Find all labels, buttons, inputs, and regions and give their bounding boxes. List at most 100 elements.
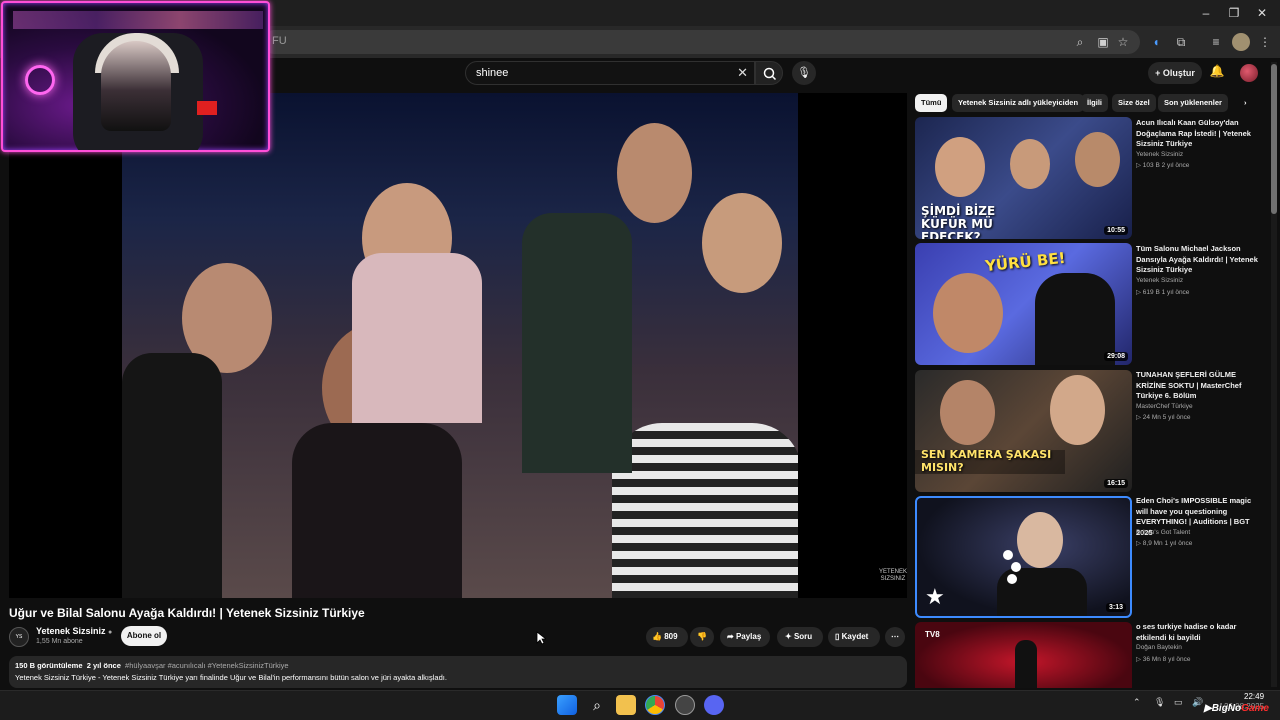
windows-start-icon[interactable] bbox=[557, 695, 577, 715]
rec-title[interactable]: Tüm Salonu Michael Jackson Dansıyla Ayağ… bbox=[1136, 244, 1264, 276]
rec-thumbnail[interactable]: ŞİMDİ BİZE KÜFÜR MÜ EDECEK? 10:55 bbox=[915, 117, 1132, 239]
zoom-icon[interactable]: ⌕ bbox=[1071, 33, 1089, 51]
red-object bbox=[197, 101, 217, 115]
save-button[interactable]: ▯ Kaydet bbox=[828, 627, 880, 647]
network-icon[interactable]: ▭ bbox=[1174, 697, 1183, 708]
rec-meta: ▷ 619 B 1 yıl önce bbox=[1136, 289, 1190, 296]
save-label: Kaydet bbox=[841, 632, 869, 641]
bgt-star-icon: ★ bbox=[925, 584, 945, 609]
more-icon: ⋯ bbox=[891, 632, 899, 641]
create-button[interactable]: + Oluştur bbox=[1148, 62, 1202, 84]
share-button[interactable]: ➦ Paylaş bbox=[720, 627, 770, 647]
thumbs-up-icon: 👍 bbox=[652, 632, 662, 641]
rec-duration: 10:55 bbox=[1104, 226, 1128, 235]
rec-meta: ▷ 24 Mn 5 yıl önce bbox=[1136, 414, 1191, 421]
tv8-logo: TV8 bbox=[925, 630, 940, 639]
rec-channel[interactable]: Yetenek Sizsiniz bbox=[1136, 277, 1183, 284]
chip-for-you[interactable]: Size özel bbox=[1112, 94, 1156, 112]
rec-channel[interactable]: Britain's Got Talent bbox=[1136, 529, 1190, 536]
sparkle-icon: ✦ bbox=[785, 632, 792, 641]
rec-channel[interactable]: Doğan Baytekin bbox=[1136, 644, 1182, 651]
thumb-face bbox=[933, 273, 1003, 353]
extension-audio-icon[interactable]: ◖ bbox=[1147, 33, 1165, 51]
mic-tray-icon[interactable]: 🎙 bbox=[1154, 697, 1165, 708]
rec-duration: 29:08 bbox=[1104, 352, 1128, 361]
profile-avatar[interactable] bbox=[1232, 33, 1250, 51]
upload-age: 2 yıl önce bbox=[86, 661, 121, 670]
ask-label: Soru bbox=[793, 632, 813, 641]
rec-meta: ▷ 103 B 2 yıl önce bbox=[1136, 162, 1190, 169]
address-bar[interactable]: FU bbox=[262, 30, 1140, 54]
ask-button[interactable]: ✦ Soru bbox=[777, 627, 823, 647]
hashtags[interactable]: #hülyaavşar #acunılıcalı #YetenekSizsini… bbox=[125, 661, 289, 670]
create-label: Oluştur bbox=[1162, 68, 1195, 78]
chip-recent[interactable]: Son yüklenenler bbox=[1158, 94, 1228, 112]
account-avatar[interactable] bbox=[1240, 64, 1258, 82]
obs-icon[interactable] bbox=[675, 695, 695, 715]
bookmark-star-icon[interactable]: ☆ bbox=[1114, 33, 1132, 51]
audience-figure bbox=[522, 213, 632, 473]
channel-name-text: Yetenek Sizsiniz bbox=[36, 626, 106, 636]
chrome-icon[interactable] bbox=[645, 695, 665, 715]
chip-all[interactable]: Tümü bbox=[915, 94, 948, 112]
rec-title[interactable]: TUNAHAN ŞEFLERİ GÜLME KRİZİNE SOKTU | Ma… bbox=[1136, 370, 1264, 402]
subscriber-count: 1,55 Mn abone bbox=[36, 638, 83, 645]
rec-title[interactable]: Acun Ilıcalı Kaan Gülsoy'dan Doğaçlama R… bbox=[1136, 118, 1264, 150]
video-title: Uğur ve Bilal Salonu Ayağa Kaldırdı! | Y… bbox=[9, 606, 365, 620]
restore-icon[interactable]: ❐ bbox=[1226, 5, 1242, 21]
description-meta: 150 B görüntüleme 2 yıl önce #hülyaavşar… bbox=[15, 661, 289, 670]
thumb-face bbox=[1017, 512, 1063, 568]
browser-menu-icon[interactable]: ⋮ bbox=[1256, 33, 1274, 51]
audience-figure bbox=[702, 193, 782, 293]
thumb-ball bbox=[1011, 562, 1021, 572]
clear-search-icon[interactable]: ✕ bbox=[737, 65, 748, 81]
video-frame[interactable] bbox=[122, 93, 798, 598]
chips-next-chevron-icon[interactable]: › bbox=[1238, 94, 1253, 112]
rec-title[interactable]: o ses turkiye hadise o kadar etkilendi k… bbox=[1136, 622, 1264, 643]
channel-avatar[interactable]: YS bbox=[9, 627, 29, 647]
subscribe-button[interactable]: Abone ol bbox=[121, 626, 167, 646]
notifications-bell-icon[interactable]: 🔔 bbox=[1208, 64, 1226, 82]
tray-expand-icon[interactable]: ⌃ bbox=[1133, 697, 1141, 708]
discord-icon[interactable] bbox=[704, 695, 724, 715]
search-button[interactable] bbox=[755, 61, 783, 85]
bignogame-logo: ▶BigNoGame bbox=[1204, 703, 1269, 714]
taskbar-search-icon[interactable]: ⌕ bbox=[587, 695, 607, 715]
share-label: Paylaş bbox=[735, 632, 762, 641]
audience-figure bbox=[612, 423, 798, 598]
channel-name[interactable]: Yetenek Sizsiniz ● bbox=[36, 626, 112, 636]
rec-thumb-text: SEN KAMERA ŞAKASI MISIN? bbox=[921, 448, 1052, 474]
logo-text-b: Game bbox=[1241, 703, 1269, 714]
volume-icon[interactable]: 🔊 bbox=[1192, 697, 1203, 708]
verified-icon: ● bbox=[108, 629, 113, 636]
scrollbar-thumb[interactable] bbox=[1271, 64, 1277, 214]
chip-related[interactable]: İlgili bbox=[1081, 94, 1108, 112]
chip-from-uploader[interactable]: Yetenek Sizsiniz adlı yükleyiciden bbox=[952, 94, 1085, 112]
like-button[interactable]: 👍 809 bbox=[646, 627, 688, 647]
rec-meta: ▷ 36 Mn 8 yıl önce bbox=[1136, 656, 1191, 663]
rec-thumbnail[interactable]: ★ 3:13 bbox=[915, 496, 1132, 618]
audience-figure bbox=[122, 353, 222, 598]
rec-thumbnail[interactable]: YÜRÜ BE! 29:08 bbox=[915, 243, 1132, 365]
thumb-face bbox=[940, 380, 995, 445]
logo-text-a: BigNo bbox=[1211, 703, 1242, 714]
search-input[interactable]: shinee ✕ bbox=[465, 61, 755, 85]
description-text: Yetenek Sizsiniz Türkiye - Yetenek Sizsi… bbox=[15, 673, 447, 682]
rec-channel[interactable]: Yetenek Sizsiniz bbox=[1136, 151, 1183, 158]
thumb-ball bbox=[1003, 550, 1013, 560]
audience-figure bbox=[292, 423, 462, 598]
minimize-icon[interactable]: – bbox=[1198, 5, 1214, 21]
reading-list-icon[interactable]: ≡ bbox=[1207, 33, 1225, 51]
cast-icon[interactable]: ▣ bbox=[1094, 33, 1112, 51]
close-icon[interactable]: ✕ bbox=[1254, 5, 1270, 21]
extensions-icon[interactable]: ⧉ bbox=[1172, 33, 1190, 51]
more-actions-button[interactable]: ⋯ bbox=[885, 627, 905, 647]
rec-thumbnail[interactable]: TV8 bbox=[915, 622, 1132, 688]
share-icon: ➦ bbox=[727, 632, 734, 641]
voice-search-button[interactable]: 🎙 bbox=[792, 61, 816, 85]
file-explorer-icon[interactable] bbox=[616, 695, 636, 715]
description-box[interactable]: 150 B görüntüleme 2 yıl önce #hülyaavşar… bbox=[9, 656, 907, 688]
rec-channel[interactable]: MasterChef Türkiye bbox=[1136, 403, 1193, 410]
dislike-button[interactable]: 👎 bbox=[690, 627, 714, 647]
rec-thumbnail[interactable]: SEN KAMERA ŞAKASI MISIN? 16:15 bbox=[915, 370, 1132, 492]
